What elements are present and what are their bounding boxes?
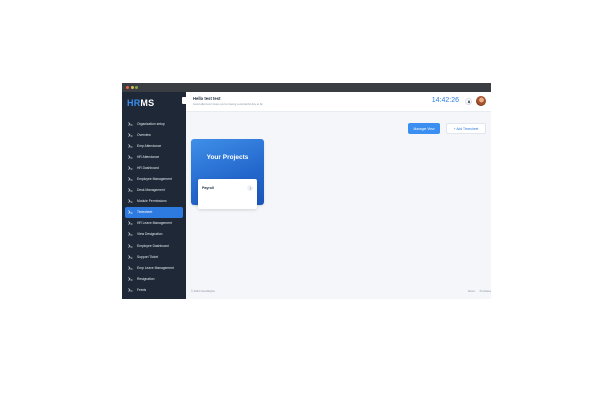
sidebar-item-label: Overview: [137, 132, 151, 137]
attendance-icon: [128, 155, 134, 159]
notification-bell-button[interactable]: [465, 98, 472, 105]
sidebar-item-label: HR Dashboard: [137, 165, 159, 170]
project-open-button[interactable]: [247, 185, 253, 191]
logo-hr: HR: [127, 98, 141, 108]
sidebar-item-label: Feeds: [137, 287, 147, 292]
manager-view-button[interactable]: Manager View: [408, 123, 440, 134]
settings-icon: [128, 121, 134, 126]
add-timesheet-button[interactable]: + Add Timesheet: [446, 123, 486, 134]
projects-card: Your Projects Payroll: [191, 139, 264, 209]
dashboard-icon: [128, 166, 134, 170]
app-logo[interactable]: HRMS: [127, 98, 154, 108]
sidebar-item[interactable]: Overview: [125, 129, 183, 140]
permissions-icon: [128, 199, 134, 203]
user-avatar[interactable]: [476, 96, 486, 106]
project-name: Payroll: [202, 186, 214, 190]
sidebar-item[interactable]: HR Dashboard: [125, 162, 183, 173]
sidebar-item-label: Resignation: [137, 276, 155, 281]
sidebar-item[interactable]: Emp Leave Management: [125, 262, 183, 273]
sidebar-item[interactable]: Module Permissions: [125, 196, 183, 207]
top-bar: Hello test test Good afternoon! Hope you…: [186, 92, 491, 112]
sidebar-item[interactable]: Emp Attendance: [125, 140, 183, 151]
sidebar-item-label: Employee Dashboard: [137, 243, 169, 248]
sidebar-item-label: Organization setup: [137, 121, 165, 126]
projects-card-title: Your Projects: [206, 154, 249, 161]
employee-icon: [128, 177, 134, 181]
footer-purchase-link[interactable]: Purchase: [480, 290, 491, 293]
window-maximize-dot[interactable]: [135, 86, 138, 89]
bell-icon: [467, 99, 470, 104]
leave-icon: [128, 221, 134, 226]
designation-icon: [128, 232, 134, 237]
sidebar-item-label: Support Ticket: [137, 254, 159, 259]
sidebar-item[interactable]: Feeds: [125, 284, 183, 295]
sidebar-item-label: Module Permissions: [137, 199, 167, 204]
sidebar-item-label: Emp Leave Management: [137, 265, 174, 270]
dashboard-icon: [128, 243, 134, 248]
sidebar-item-label: Timesheet: [137, 210, 153, 215]
greeting-text: Hello test test: [193, 96, 221, 101]
sidebar: HRMS Organization setup Overview Emp Atten…: [122, 92, 188, 299]
sidebar-item[interactable]: Desk Management: [125, 185, 183, 196]
sidebar-item[interactable]: HR Attendance: [125, 151, 183, 162]
window-minimize-dot[interactable]: [130, 86, 134, 89]
sidebar-item[interactable]: Resignation: [125, 273, 183, 284]
chevron-right-icon: [249, 186, 251, 190]
sidebar-item-label: HR Leave Management: [137, 221, 172, 226]
sidebar-item[interactable]: Support Ticket: [125, 251, 183, 262]
desk-icon: [128, 188, 134, 192]
sidebar-item[interactable]: Employee Management: [125, 173, 183, 184]
footer-about-link[interactable]: About: [468, 290, 475, 293]
sidebar-item[interactable]: Employee Dashboard: [125, 240, 183, 251]
greeting-subtitle: Good afternoon! Hope you're having a won…: [193, 102, 263, 106]
sidebar-nav: Organization setup Overview Emp Attendance…: [125, 118, 183, 296]
window-titlebar: [122, 83, 491, 92]
clock: 14:42:26: [431, 97, 459, 104]
feeds-icon: [128, 288, 134, 292]
sidebar-item-label: Employee Management: [137, 177, 172, 182]
logo-ms: MS: [140, 98, 155, 108]
project-item[interactable]: Payroll: [198, 179, 257, 209]
sidebar-item[interactable]: HR Leave Management: [125, 218, 183, 229]
timesheet-icon: [128, 210, 134, 215]
ticket-icon: [128, 254, 134, 259]
app-window: HRMS Organization setup Overview Emp Atten…: [122, 83, 491, 299]
window-close-dot[interactable]: [126, 86, 129, 89]
attendance-icon: [128, 144, 134, 148]
sidebar-item-label: Desk Management: [137, 188, 165, 193]
overview-icon: [128, 132, 134, 137]
sidebar-item[interactable]: View Designation: [125, 229, 183, 240]
copyright-text: © 2024 CloudStyles: [191, 290, 215, 293]
sidebar-item-label: HR Attendance: [137, 154, 160, 159]
resignation-icon: [128, 277, 134, 281]
sidebar-item[interactable]: Timesheet: [125, 206, 183, 218]
sidebar-item-label: Emp Attendance: [137, 143, 162, 148]
leave-icon: [128, 266, 134, 270]
sidebar-item[interactable]: Organization setup: [125, 118, 183, 129]
sidebar-item-label: View Designation: [137, 232, 163, 237]
